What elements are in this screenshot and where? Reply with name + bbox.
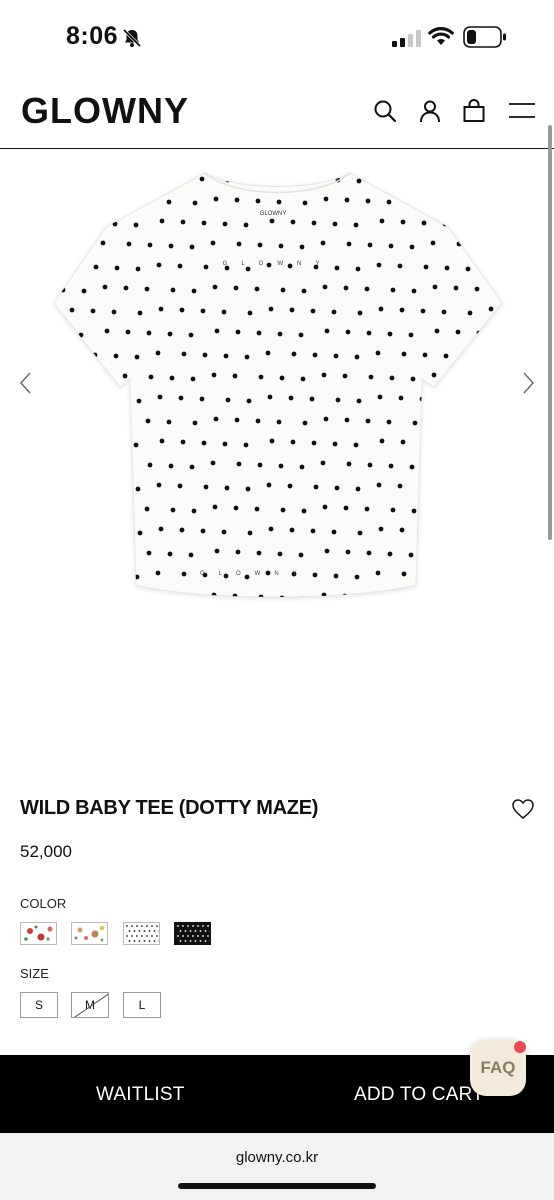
shirt-hem-print-text: GLOWNY	[200, 571, 311, 577]
size-option-s[interactable]: S	[20, 992, 58, 1018]
status-bar: 8:06	[0, 0, 554, 70]
color-swatch-floral-red[interactable]	[20, 922, 57, 945]
add-to-cart-button[interactable]: ADD TO CART	[354, 1055, 484, 1133]
chevron-left-icon[interactable]	[16, 371, 36, 395]
wifi-icon	[428, 27, 454, 45]
size-option-m-soldout[interactable]: M	[71, 992, 109, 1018]
waitlist-button[interactable]: WAITLIST	[96, 1055, 185, 1133]
product-gallery[interactable]: GLOWNY GLOWNY GLOWNY	[0, 149, 554, 759]
product-title: WILD BABY TEE (DOTTY MAZE)	[20, 797, 319, 819]
color-label: COLOR	[20, 896, 67, 911]
brand-logo[interactable]: GLOWNY	[21, 90, 189, 132]
color-swatch-black-dots[interactable]	[174, 922, 212, 945]
product-price: 52,000	[20, 842, 72, 861]
color-swatch-floral-animal[interactable]	[71, 922, 108, 945]
neck-label-text: GLOWNY	[260, 211, 287, 217]
product-image-tshirt: GLOWNY GLOWNY GLOWNY	[53, 172, 503, 598]
hamburger-menu-icon[interactable]	[507, 98, 537, 124]
search-icon[interactable]	[372, 98, 398, 124]
cellular-signal-icon	[392, 30, 421, 47]
site-header: GLOWNY	[0, 70, 554, 149]
shirt-print-text: GLOWNY	[223, 261, 334, 267]
browser-url-bar[interactable]: glowny.co.kr	[0, 1133, 554, 1200]
shopping-bag-icon[interactable]	[461, 98, 487, 124]
size-option-l[interactable]: L	[123, 992, 161, 1018]
color-swatch-white-dots[interactable]	[123, 922, 161, 945]
home-indicator[interactable]	[178, 1183, 376, 1189]
status-time: 8:06	[66, 22, 119, 50]
url-text: glowny.co.kr	[235, 1149, 319, 1166]
size-label: SIZE	[20, 966, 49, 981]
account-icon[interactable]	[417, 98, 443, 124]
soldout-strike-icon	[74, 993, 108, 1017]
heart-icon[interactable]	[511, 798, 535, 820]
battery-icon	[463, 26, 506, 48]
scrollbar[interactable]	[548, 125, 552, 540]
notification-dot	[514, 1041, 526, 1053]
bell-muted-icon	[122, 28, 142, 48]
chevron-right-icon[interactable]	[518, 371, 538, 395]
